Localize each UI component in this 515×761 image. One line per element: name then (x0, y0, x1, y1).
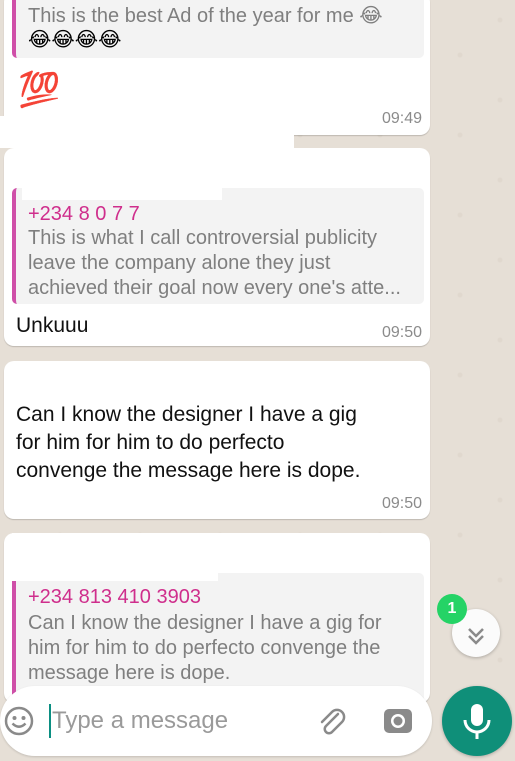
message-bubble[interactable]: This is the best Ad of the year for me 😂… (4, 0, 430, 135)
quoted-text: Can I know the designer I have a gig for… (28, 612, 382, 684)
quoted-message[interactable]: This is the best Ad of the year for me 😂… (12, 0, 424, 58)
quoted-sender: +234 813 410 3903 (28, 586, 201, 608)
paperclip-icon[interactable] (314, 704, 348, 738)
message-time: 09:49 (381, 110, 422, 127)
redaction-block (22, 148, 222, 200)
mic-icon (463, 704, 491, 739)
redaction-block (12, 533, 218, 581)
camera-icon[interactable] (382, 705, 414, 737)
message-text: Can I know the designer I have a gig for… (16, 403, 361, 482)
quoted-text: This is what I call controversial public… (28, 227, 401, 299)
unread-count-badge: 1 (437, 594, 467, 624)
voice-record-button[interactable] (442, 686, 512, 756)
message-time: 09:50 (381, 495, 422, 512)
redaction-block (0, 116, 294, 148)
message-composer (0, 686, 432, 756)
message-input[interactable] (50, 700, 294, 742)
message-text: 💯 (18, 71, 61, 109)
quoted-text: This is the best Ad of the year for me 😂 (28, 5, 383, 27)
message-bubble[interactable]: Can I know the designer I have a gig for… (4, 361, 430, 519)
message-bubble[interactable]: +234 813 410 3903 Can I know the designe… (4, 533, 430, 713)
emoji-icon[interactable] (3, 705, 35, 737)
message-text: Unkuuu (16, 314, 89, 337)
quoted-sender: +234 8 0 7 7 (28, 203, 140, 225)
quoted-message[interactable]: +234 8 0 7 7 This is what I call controv… (12, 188, 424, 304)
message-bubble[interactable]: +234 8 0 7 7 This is what I call controv… (4, 148, 430, 346)
message-time: 09:50 (381, 324, 422, 341)
quoted-emojis: 😂😂😂😂 (28, 29, 122, 51)
